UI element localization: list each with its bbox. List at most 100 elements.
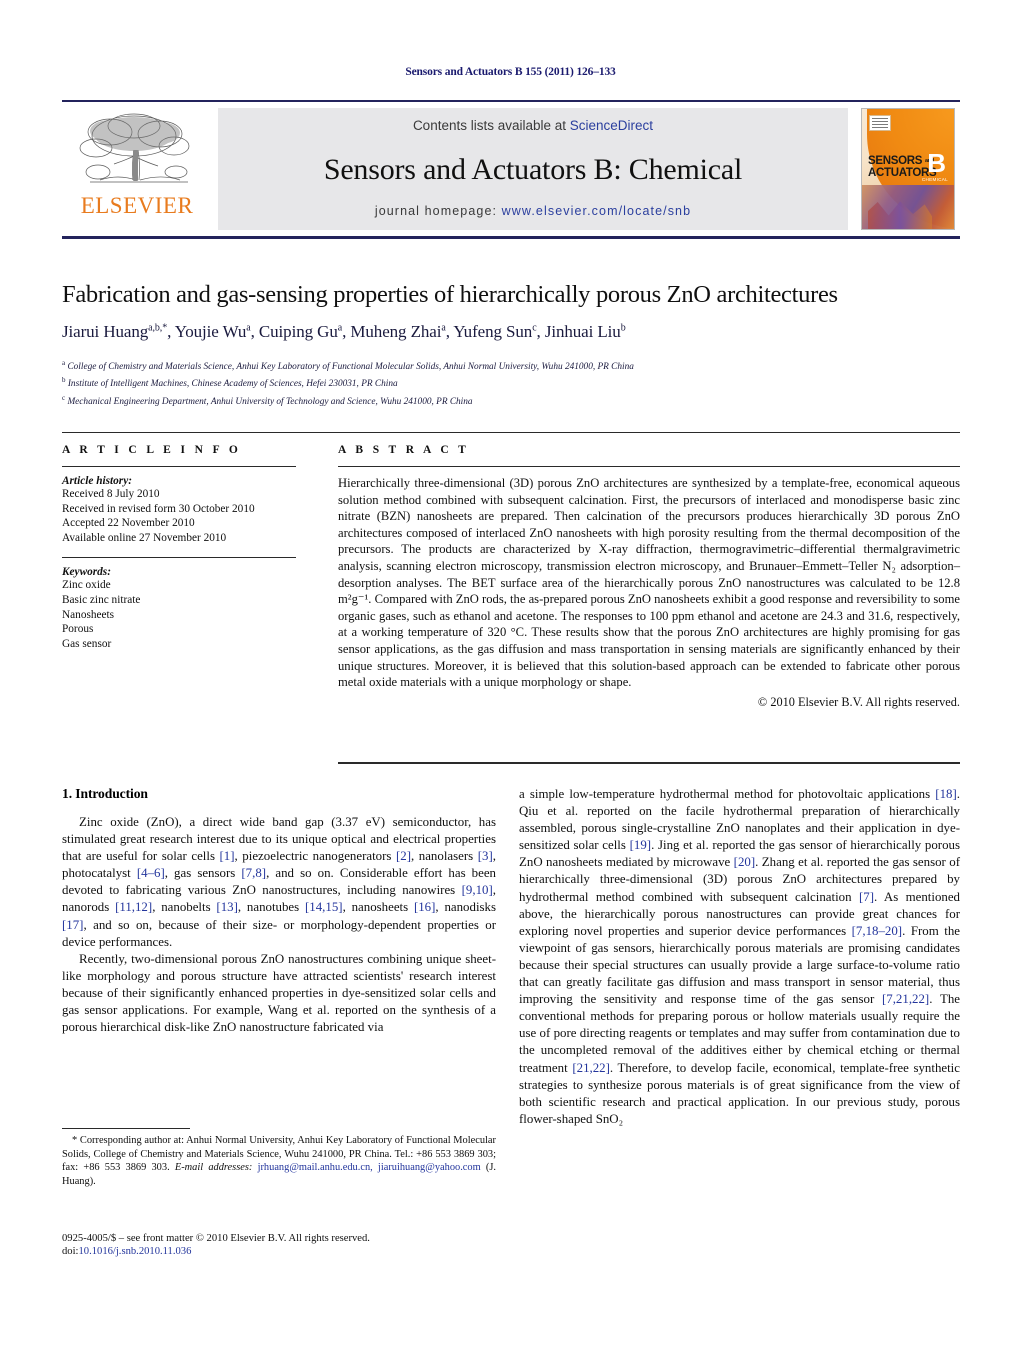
author-entry: Jinhuai Liub <box>545 322 626 341</box>
author-name: Jinhuai Liu <box>544 322 621 341</box>
citation-ref[interactable]: [19] <box>630 838 651 852</box>
citation-ref[interactable]: [7,21,22] <box>882 992 929 1006</box>
author-name: Youjie Wu <box>174 322 247 341</box>
affiliation-item: a College of Chemistry and Materials Sci… <box>62 357 960 374</box>
info-band-top-rule <box>62 432 960 433</box>
author-name: Yufeng Sun <box>453 322 533 341</box>
author-affil-mark: a <box>246 322 251 334</box>
abstract-heading: A B S T R A C T <box>338 444 470 456</box>
article-history-item: Received 8 July 2010 <box>62 488 160 500</box>
abstract-rule <box>338 466 960 467</box>
citation-ref[interactable]: [18] <box>935 787 956 801</box>
body-column-left: 1. Introduction Zinc oxide (ZnO), a dire… <box>62 786 496 1036</box>
body-column-right: a simple low-temperature hydrothermal me… <box>519 786 960 1128</box>
body-paragraph: a simple low-temperature hydrothermal me… <box>519 787 961 1126</box>
citation-ref[interactable]: [21,22] <box>572 1061 610 1075</box>
body-paragraph: Recently, two-dimensional porous ZnO nan… <box>62 951 496 1035</box>
journal-cover-cell: SENSORS and ACTUATORS B CHEMICAL <box>856 108 960 230</box>
elsevier-tree-icon <box>79 113 190 183</box>
citation-ref[interactable]: [9,10] <box>462 883 493 897</box>
page-title: Fabrication and gas-sensing properties o… <box>62 281 838 308</box>
affiliation-text: College of Chemistry and Materials Scien… <box>67 362 634 373</box>
contents-prefix: Contents lists available at <box>412 118 570 133</box>
article-history-item: Available online 27 November 2010 <box>62 531 227 544</box>
keyword-item: Zinc oxide <box>62 579 111 592</box>
keyword-item: Porous <box>62 623 94 636</box>
citation-ref[interactable]: [7,18–20] <box>852 924 902 938</box>
citation-ref[interactable]: [13] <box>216 900 237 914</box>
keyword-item: Basic zinc nitrate <box>62 593 141 606</box>
author-entry: Yufeng Sunc <box>453 322 536 341</box>
author-entry: Cuiping Gua <box>259 322 342 341</box>
author-affil-mark: b <box>620 322 626 334</box>
author-name: Jiarui Huang <box>62 322 149 341</box>
doi-label: doi: <box>62 1246 79 1258</box>
running-head: Sensors and Actuators B 155 (2011) 126–1… <box>405 66 616 78</box>
author-name: Muheng Zhai <box>350 322 442 341</box>
email-label: E-mail addresses: <box>174 1162 253 1174</box>
affiliation-item: b Institute of Intelligent Machines, Chi… <box>62 374 960 391</box>
affiliation-text: Mechanical Engineering Department, Anhui… <box>67 396 473 407</box>
citation-ref[interactable]: [3] <box>478 849 493 863</box>
author-list: Jiarui Huanga,b,*, Youjie Wua, Cuiping G… <box>62 322 626 341</box>
doi-line: doi:10.1016/j.snb.2010.11.036 <box>62 1245 496 1258</box>
imprint-block: 0925-4005/$ – see front matter © 2010 El… <box>62 1232 496 1259</box>
author-name: Cuiping Gu <box>258 322 338 341</box>
footnote-body: * Corresponding author at: Anhui Normal … <box>62 1134 496 1188</box>
keywords-heading: Keywords: <box>62 566 111 579</box>
cover-title-text: SENSORS and ACTUATORS <box>868 155 937 179</box>
cover-series-sub: CHEMICAL <box>921 177 948 182</box>
author-affil-mark: a,b,* <box>148 322 168 334</box>
citation-ref[interactable]: [7] <box>859 890 874 904</box>
homepage-prefix: journal homepage: <box>374 204 502 218</box>
abstract-text: Hierarchically three-dimensional (3D) po… <box>338 476 960 690</box>
article-info-column: A R T I C L E I N F O Article history: R… <box>62 444 296 651</box>
citation-ref[interactable]: [7,8] <box>241 866 266 880</box>
citation-ref[interactable]: [11,12] <box>115 900 152 914</box>
affiliation-text: Institute of Intelligent Machines, Chine… <box>67 379 398 390</box>
author-entry: Jiarui Huanga,b,* <box>62 322 167 341</box>
journal-article-page: Sensors and Actuators B 155 (2011) 126–1… <box>0 0 1021 1351</box>
masthead-panel: Contents lists available at ScienceDirec… <box>218 108 848 230</box>
article-history-item: Accepted 22 November 2010 <box>62 517 195 530</box>
footnote-rule <box>62 1128 190 1129</box>
masthead-bottom-rule <box>62 236 960 239</box>
author-affil-mark: a <box>441 322 446 334</box>
citation-ref[interactable]: [14,15] <box>305 900 343 914</box>
author-entry: Muheng Zhaia <box>350 322 445 341</box>
sciencedirect-link[interactable]: ScienceDirect <box>570 118 653 133</box>
email-addresses-link[interactable]: jrhuang@mail.anhu.edu.cn, jiaruihuang@ya… <box>258 1162 481 1173</box>
cover-line1: SENSORS <box>868 155 923 168</box>
journal-cover-thumbnail: SENSORS and ACTUATORS B CHEMICAL <box>861 108 955 230</box>
citation-ref[interactable]: [1] <box>220 849 235 863</box>
cover-series-letter: B <box>927 148 946 178</box>
issn-line: 0925-4005/$ – see front matter © 2010 El… <box>62 1233 370 1244</box>
citation-ref[interactable]: [4–6] <box>137 866 165 880</box>
affiliation-mark: b <box>62 376 66 385</box>
article-history-heading: Article history: <box>62 475 132 487</box>
affiliation-mark: c <box>62 393 66 402</box>
article-info-heading: A R T I C L E I N F O <box>62 444 242 456</box>
author-affil-mark: a <box>337 322 343 334</box>
section-heading-introduction: 1. Introduction <box>62 786 148 801</box>
homepage-url-link[interactable]: www.elsevier.com/locate/snb <box>502 204 692 218</box>
doi-link[interactable]: 10.1016/j.snb.2010.11.036 <box>78 1246 191 1257</box>
journal-homepage-line: journal homepage: www.elsevier.com/locat… <box>375 204 691 218</box>
citation-ref[interactable]: [20] <box>734 855 755 869</box>
article-history-item: Received in revised form 30 October 2010 <box>62 502 255 515</box>
citation-ref[interactable]: [17] <box>62 918 83 932</box>
keywords-rule <box>62 557 296 559</box>
elsevier-logo: ELSEVIER <box>62 108 212 230</box>
author-entry: Youjie Wua <box>175 322 251 341</box>
citation-ref[interactable]: [16] <box>414 900 435 914</box>
journal-masthead: ELSEVIER Contents lists available at Sci… <box>62 100 960 230</box>
abstract-column: A B S T R A C T Hierarchically three-dim… <box>338 444 960 710</box>
abstract-copyright: © 2010 Elsevier B.V. All rights reserved… <box>757 694 960 709</box>
affiliation-item: c Mechanical Engineering Department, Anh… <box>62 392 960 409</box>
cover-elsevier-mark-icon <box>869 115 891 131</box>
citation-ref[interactable]: [2] <box>396 849 411 863</box>
keyword-item: Gas sensor <box>62 637 112 650</box>
affiliation-list: a College of Chemistry and Materials Sci… <box>62 357 960 409</box>
article-info-rule <box>62 466 296 467</box>
affiliation-mark: a <box>62 359 66 367</box>
